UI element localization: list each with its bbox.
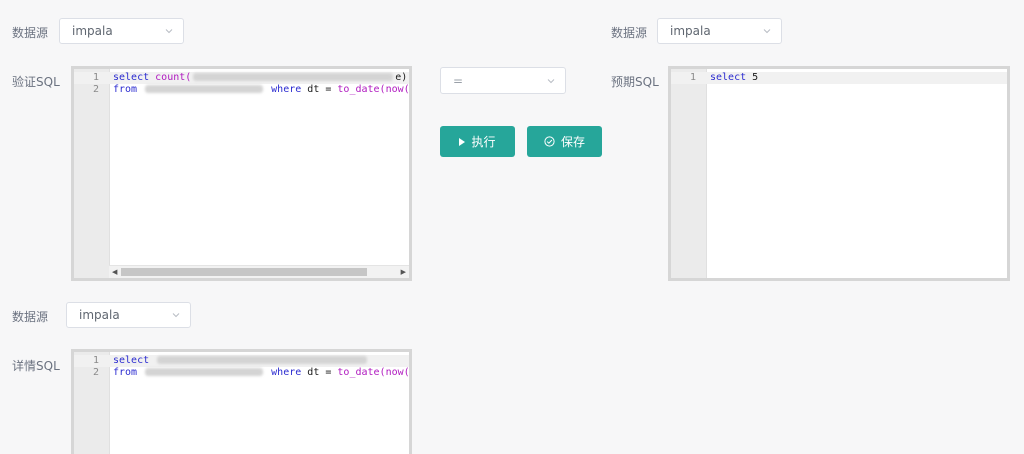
code-fragment: dt = [307,367,338,378]
code-fragment: 5 [752,72,759,83]
chevron-down-icon [547,79,555,84]
code-fragment: e) [395,72,408,83]
redacted-text [157,356,368,364]
code-text: select [113,355,369,367]
code-text: select count( e) [113,72,407,84]
code-fragment: dt = [307,84,338,95]
redacted-text [145,85,264,93]
datasource-select-value: impala [72,24,113,38]
sql-keyword: where [271,367,302,378]
sql-keyword: select [710,72,747,83]
code-line: 1 select [74,355,409,367]
redacted-text [193,73,394,81]
datasource-select-value: impala [670,24,711,38]
datasource-select[interactable]: impala [66,302,191,328]
code-text: from where dt = to_date(now( [113,367,410,379]
datasource-label: 数据源 [12,310,49,324]
line-number-gutter [74,69,110,278]
line-number: 2 [92,84,99,95]
line-number: 1 [92,355,99,366]
sql-keyword: from [113,84,138,95]
sql-function: to_date( [337,367,386,378]
sql-function: now( [385,367,410,378]
run-button-label: 执行 [471,135,496,149]
code-line: 1 select count( e) [74,72,409,84]
sql-keyword: select [113,355,150,366]
code-text: from where dt = to_date(now( [113,84,410,96]
scrollbar-thumb[interactable] [121,268,367,276]
detail-sql-label: 详情SQL [12,359,60,373]
line-number: 1 [92,72,99,83]
run-button[interactable]: 执行 [440,126,515,157]
scroll-left-icon[interactable]: ◀ [112,268,117,276]
sql-keyword: select [113,72,150,83]
chevron-down-icon [172,313,180,318]
sql-function: count( [155,72,192,83]
detail-sql-editor[interactable]: 1 select 2 from where dt = to_date(now( [71,349,412,454]
sql-function: to_date( [337,84,386,95]
sql-function: now( [385,84,410,95]
operator-select-value: = [453,73,464,88]
validation-sql-editor[interactable]: 1 select count( e) 2 from where dt = to_d… [71,66,412,281]
save-button[interactable]: 保存 [527,126,602,157]
check-circle-icon [544,136,555,147]
datasource-select[interactable]: impala [657,18,782,44]
line-number: 1 [689,72,696,83]
datasource-select[interactable]: impala [59,18,184,44]
datasource-label: 数据源 [611,26,648,40]
chevron-down-icon [165,29,173,34]
play-icon [459,137,466,146]
chevron-down-icon [763,29,771,34]
datasource-label: 数据源 [12,26,49,40]
sql-keyword: from [113,367,138,378]
sql-keyword: where [271,84,302,95]
horizontal-scrollbar[interactable]: ◀ ▶ [109,265,409,278]
code-line: 2 from where dt = to_date(now( [74,84,409,96]
datasource-select-value: impala [79,308,120,322]
validation-sql-label: 验证SQL [12,75,60,89]
code-text: select 5 [710,72,758,84]
operator-select[interactable]: = [440,67,566,94]
line-number-gutter [671,69,707,278]
scroll-right-icon[interactable]: ▶ [401,268,406,276]
expected-sql-label: 预期SQL [611,75,659,89]
code-line: 2 from where dt = to_date(now( [74,367,409,379]
save-button-label: 保存 [560,135,585,149]
expected-sql-editor[interactable]: 1 select 5 [668,66,1010,281]
line-number: 2 [92,367,99,378]
redacted-text [145,368,264,376]
code-line: 1 select 5 [671,72,1007,84]
